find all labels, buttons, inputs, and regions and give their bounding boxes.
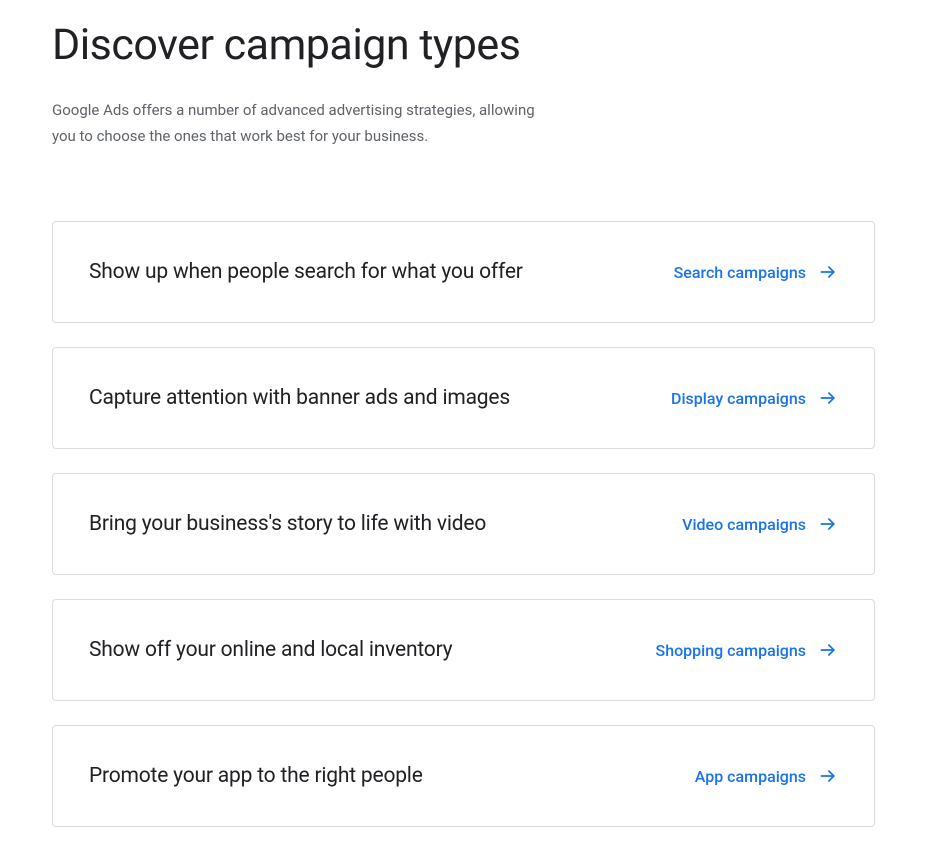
campaign-card-title: Promote your app to the right people — [89, 764, 423, 788]
arrow-right-icon — [818, 514, 838, 534]
campaign-link-video[interactable]: Video campaigns — [682, 514, 838, 534]
arrow-right-icon — [818, 262, 838, 282]
campaign-card-video: Bring your business's story to life with… — [52, 473, 875, 575]
arrow-right-icon — [818, 388, 838, 408]
campaign-card-title: Bring your business's story to life with… — [89, 512, 486, 536]
campaign-link-label: Shopping campaigns — [656, 641, 807, 660]
campaign-link-label: Search campaigns — [674, 263, 806, 282]
campaign-card-title: Show up when people search for what you … — [89, 260, 523, 284]
campaign-link-label: App campaigns — [695, 767, 806, 786]
campaign-card-title: Show off your online and local inventory — [89, 638, 452, 662]
campaign-card-search: Show up when people search for what you … — [52, 221, 875, 323]
page-description: Google Ads offers a number of advanced a… — [52, 98, 562, 149]
arrow-right-icon — [818, 640, 838, 660]
campaign-link-label: Video campaigns — [682, 515, 806, 534]
page-title: Discover campaign types — [52, 20, 875, 70]
campaign-card-display: Capture attention with banner ads and im… — [52, 347, 875, 449]
campaign-card-app: Promote your app to the right people App… — [52, 725, 875, 827]
campaign-link-app[interactable]: App campaigns — [695, 766, 838, 786]
campaign-card-title: Capture attention with banner ads and im… — [89, 386, 510, 410]
campaign-link-label: Display campaigns — [671, 389, 806, 408]
arrow-right-icon — [818, 766, 838, 786]
campaign-link-shopping[interactable]: Shopping campaigns — [656, 640, 839, 660]
campaign-cards-container: Show up when people search for what you … — [52, 221, 875, 827]
campaign-link-search[interactable]: Search campaigns — [674, 262, 838, 282]
campaign-link-display[interactable]: Display campaigns — [671, 388, 838, 408]
campaign-card-shopping: Show off your online and local inventory… — [52, 599, 875, 701]
